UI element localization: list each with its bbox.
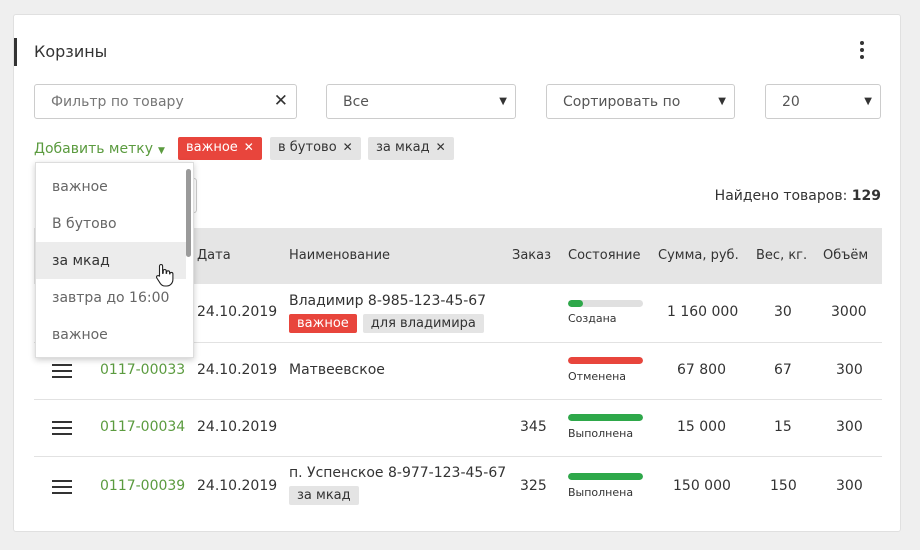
remove-icon[interactable]: ✕	[244, 140, 254, 154]
status-progress-fill	[568, 357, 643, 364]
product-filter-placeholder: Фильтр по товару	[51, 94, 184, 110]
row-volume: 300	[836, 419, 863, 435]
row-sum: 150 000	[673, 478, 731, 494]
title-accent-bar	[14, 38, 17, 66]
col-order[interactable]: Заказ	[512, 248, 551, 263]
row-date: 24.10.2019	[197, 362, 278, 378]
dropdown-item[interactable]: важное	[36, 316, 186, 353]
tag-chip[interactable]: в бутово ✕	[270, 137, 361, 160]
chevron-down-icon: ▼	[718, 96, 726, 107]
chevron-down-icon: ▼	[499, 96, 507, 107]
row-number-link[interactable]: 0117-00033	[100, 362, 185, 378]
row-weight: 150	[770, 478, 797, 494]
dropdown-scrollbar[interactable]	[186, 169, 191, 257]
status-progress-fill	[568, 300, 583, 307]
tag-chip[interactable]: важное ✕	[178, 137, 262, 160]
row-number-link[interactable]: 0117-00039	[100, 478, 185, 494]
caret-down-icon: ▼	[158, 146, 165, 156]
more-options-icon[interactable]	[852, 41, 872, 63]
menu-icon[interactable]	[52, 364, 72, 382]
remove-icon[interactable]: ✕	[436, 140, 446, 154]
row-weight: 30	[774, 304, 792, 320]
hand-cursor-icon	[155, 263, 174, 287]
col-name[interactable]: Наименование	[289, 248, 390, 263]
status-select[interactable]: Все ▼	[326, 84, 516, 119]
row-order: 345	[520, 419, 547, 435]
menu-icon[interactable]	[52, 421, 72, 439]
status-label: Выполнена	[568, 486, 634, 499]
row-name: Матвеевское	[289, 362, 385, 378]
row-number-link[interactable]: 0117-00034	[100, 419, 185, 435]
row-tag: для владимира	[362, 314, 484, 333]
row-volume: 300	[836, 362, 863, 378]
status-progress-bar	[568, 357, 643, 364]
dropdown-item[interactable]: важное	[36, 168, 186, 205]
sort-select[interactable]: Сортировать по ▼	[546, 84, 735, 119]
tag-chip[interactable]: за мкад ✕	[368, 137, 454, 160]
status-progress-bar	[568, 300, 643, 307]
row-tags: за мкад	[289, 486, 365, 505]
row-volume: 3000	[831, 304, 867, 320]
dropdown-item[interactable]: В бутово	[36, 205, 186, 242]
remove-icon[interactable]: ✕	[343, 140, 353, 154]
add-tag-button[interactable]: Добавить метку ▼	[34, 141, 165, 157]
add-tag-label: Добавить метку	[34, 141, 153, 157]
table-row[interactable]: 0117-00039 24.10.2019 п. Успенское 8-977…	[34, 457, 882, 517]
status-progress-bar	[568, 414, 643, 421]
row-tag: важное	[289, 314, 357, 333]
tag-dropdown-menu[interactable]: важное В бутово за мкад завтра до 16:00 …	[35, 162, 194, 358]
status-select-value: Все	[343, 94, 369, 110]
row-volume: 300	[836, 478, 863, 494]
row-date: 24.10.2019	[197, 419, 278, 435]
row-sum: 67 800	[677, 362, 726, 378]
row-date: 24.10.2019	[197, 304, 278, 320]
row-weight: 15	[774, 419, 792, 435]
row-name: Владимир 8-985-123-45-67	[289, 293, 487, 309]
row-tags: важное для владимира	[289, 314, 490, 333]
col-date[interactable]: Дата	[197, 248, 231, 263]
found-count: Найдено товаров: 129	[715, 188, 881, 204]
status-label: Отменена	[568, 370, 627, 383]
menu-icon[interactable]	[52, 480, 72, 498]
status-label: Выполнена	[568, 427, 634, 440]
row-name: п. Успенское 8-977-123-45-67	[289, 465, 507, 481]
row-tag: за мкад	[289, 486, 359, 505]
tag-chip-label: в бутово	[278, 140, 337, 155]
table-row[interactable]: 0117-00034 24.10.2019 345 Выполнена 15 0…	[34, 400, 882, 457]
clear-icon[interactable]: ✕	[274, 91, 288, 111]
col-status[interactable]: Состояние	[568, 248, 640, 263]
row-sum: 1 160 000	[667, 304, 739, 320]
found-number: 129	[851, 188, 881, 204]
product-filter-input[interactable]: Фильтр по товару ✕	[34, 84, 297, 119]
col-weight[interactable]: Вес, кг.	[756, 248, 807, 263]
sort-select-value: Сортировать по	[563, 94, 681, 110]
col-volume[interactable]: Объём	[823, 248, 868, 263]
page-size-select[interactable]: 20 ▼	[765, 84, 881, 119]
row-order: 325	[520, 478, 547, 494]
col-sum[interactable]: Сумма, руб.	[658, 248, 739, 263]
chevron-down-icon: ▼	[864, 96, 872, 107]
row-weight: 67	[774, 362, 792, 378]
page-title: Корзины	[34, 42, 108, 61]
found-label: Найдено товаров:	[714, 188, 848, 204]
status-label: Создана	[568, 312, 617, 325]
tag-chip-label: важное	[186, 140, 238, 155]
status-progress-fill	[568, 414, 643, 421]
row-date: 24.10.2019	[197, 478, 278, 494]
page-size-value: 20	[782, 94, 800, 110]
tag-chip-label: за мкад	[376, 140, 430, 155]
status-progress-bar	[568, 473, 643, 480]
row-sum: 15 000	[677, 419, 726, 435]
carts-panel: Корзины Фильтр по товару ✕ Все ▼ Сортиро…	[13, 14, 901, 532]
status-progress-fill	[568, 473, 643, 480]
